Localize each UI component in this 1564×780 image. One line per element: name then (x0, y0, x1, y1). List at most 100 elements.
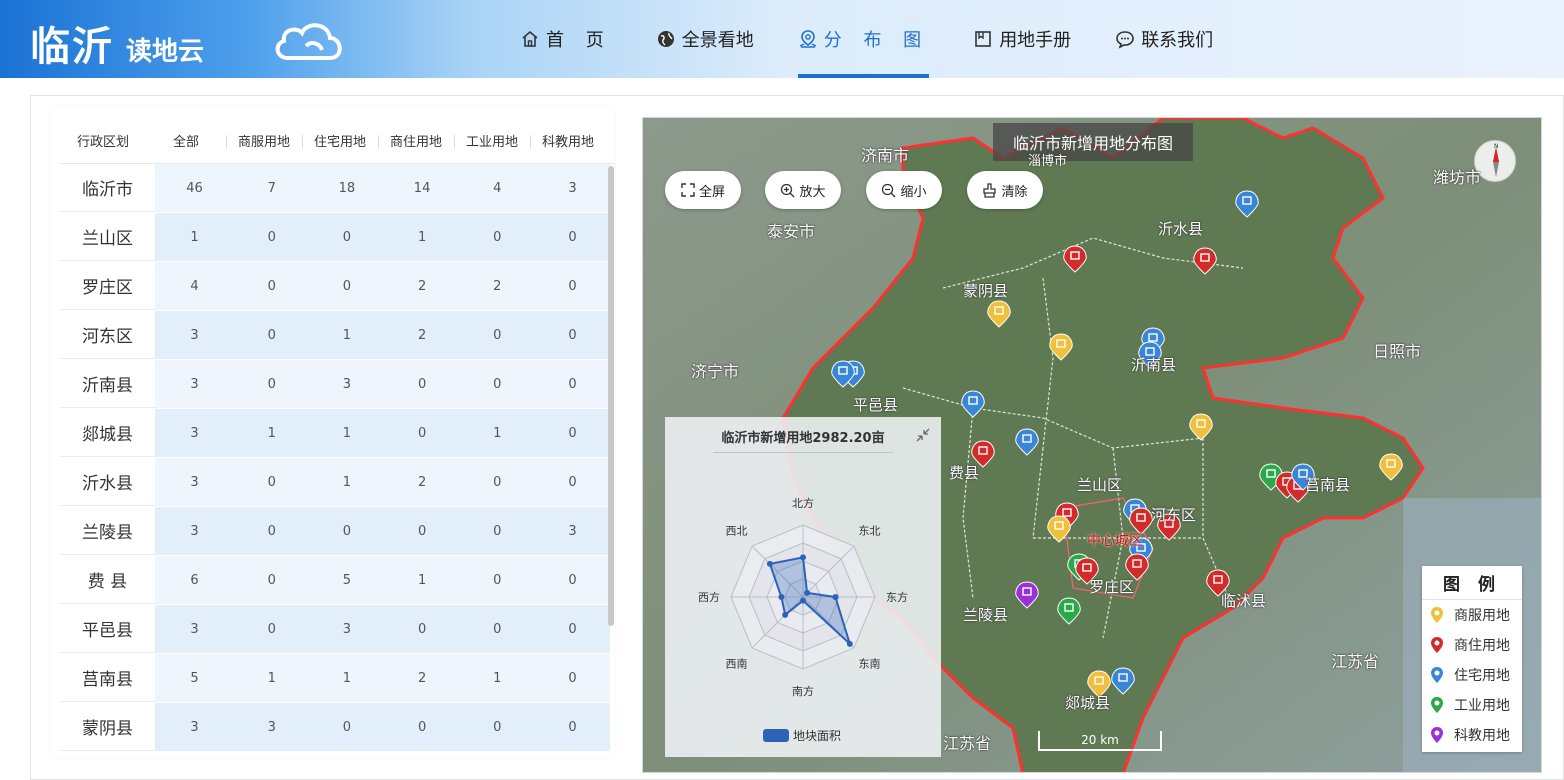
value-cell: 0 (384, 360, 460, 408)
table-row[interactable]: 蒙阴县 3 3 0 0 0 0 (60, 703, 611, 752)
value-cell: 1 (459, 409, 535, 457)
table-row[interactable]: 郯城县 3 1 1 0 1 0 (60, 409, 611, 458)
table-row[interactable]: 费 县605100 (60, 556, 611, 605)
clear-icon (983, 182, 997, 198)
radar-axis-label: 西北 (726, 525, 748, 538)
value-cell: 1 (234, 409, 310, 457)
col-industrial[interactable]: 工业用地 (454, 131, 530, 150)
region-cell: 郯城县 (60, 409, 155, 457)
table-row[interactable]: 兰陵县 3 0 0 0 0 3 (60, 507, 611, 556)
radar-point[interactable] (832, 594, 839, 600)
clear-button[interactable]: 清除 (967, 171, 1043, 209)
nav-contact[interactable]: 联系我们 (1115, 0, 1213, 78)
value-cell: 0 (459, 458, 535, 506)
legend-item[interactable]: 住宅用地 (1422, 660, 1522, 690)
table-row[interactable]: 沂水县 3 0 1 2 0 0 (60, 458, 611, 507)
nav-distribution-map[interactable]: 分 布 图 (797, 0, 930, 78)
table-row[interactable]: 兰山区 1 0 0 1 0 0 (60, 213, 611, 262)
map-legend: 图 例 商服用地 商住用地 住宅用地 工业用地 科教用地 (1422, 566, 1522, 752)
zoom-in-icon (781, 183, 795, 197)
label-taian: 泰安市 (767, 222, 816, 241)
radar-chart-panel: 临沂市新增用地2982.20亩 北方 东北 东方 东南 南方 西南 西方 西北 地块面积 (665, 417, 941, 757)
value-cell: 4 (154, 262, 235, 310)
value-cell: 1 (384, 556, 460, 604)
label-yishui: 沂水县 (1158, 220, 1204, 238)
zoom-out-button[interactable]: 缩小 (866, 171, 942, 209)
col-commercial[interactable]: 商服用地 (226, 131, 302, 150)
value-cell: 46 (154, 164, 235, 212)
pin-icon (1431, 607, 1443, 623)
table-row[interactable]: 平邑县 3 0 3 0 0 0 (60, 605, 611, 654)
table-scrollbar[interactable] (608, 166, 614, 626)
region-cell: 临沂市 (60, 164, 155, 212)
nav-land-handbook[interactable]: 用地手册 (973, 0, 1071, 78)
value-cell: 3 (154, 703, 235, 751)
col-region[interactable]: 行政区划 (60, 131, 146, 150)
pin-icon (1431, 727, 1443, 743)
value-cell: 0 (309, 262, 385, 310)
value-cell: 1 (309, 311, 385, 359)
radar-axis-label: 东南 (858, 657, 880, 670)
col-mixed[interactable]: 商住用地 (378, 131, 454, 150)
label-luozhuang: 罗庄区 (1089, 578, 1135, 596)
nav-panorama-label: 全景看地 (681, 30, 754, 51)
table-header: 行政区划 全部 商服用地 住宅用地 商住用地 工业用地 科教用地 (60, 118, 615, 164)
radar-point[interactable] (800, 554, 806, 561)
radar-axis-label: 西方 (698, 590, 720, 604)
radar-point[interactable] (846, 640, 853, 647)
region-cell: 兰陵县 (60, 507, 155, 555)
label-jiangsu-east: 江苏省 (1331, 652, 1380, 671)
value-cell: 0 (309, 703, 385, 751)
value-cell: 2 (384, 262, 460, 310)
legend-item[interactable]: 科教用地 (1422, 720, 1522, 750)
distribution-map[interactable]: 临沂市新增用地分布图 全屏 放大 缩小 清除 N 济南市 淄博市 潍坊市 泰安市… (642, 117, 1542, 773)
region-cell: 罗庄区 (60, 262, 155, 310)
value-cell: 0 (534, 262, 611, 310)
map-scale-bar: 20 km (1038, 731, 1162, 751)
value-cell: 0 (534, 311, 611, 359)
value-cell: 0 (534, 213, 611, 261)
value-cell: 1 (459, 654, 535, 702)
legend-item[interactable]: 商住用地 (1422, 630, 1522, 660)
map-pin-icon (799, 30, 817, 48)
nav-panorama[interactable]: 全景看地 (656, 0, 754, 78)
radar-axis-label: 西南 (726, 657, 748, 670)
globe-icon (657, 31, 674, 47)
value-cell: 0 (234, 360, 310, 408)
site-logo[interactable]: 临沂 读地云 (30, 14, 204, 72)
radar-point[interactable] (778, 594, 785, 600)
label-lanling: 兰陵县 (963, 606, 1009, 624)
table-row[interactable]: 沂南县 3 0 3 0 0 0 (60, 360, 611, 409)
value-cell: 0 (459, 360, 535, 408)
col-education[interactable]: 科教用地 (530, 131, 606, 150)
radar-legend[interactable]: 地块面积 (763, 727, 841, 744)
legend-item[interactable]: 商服用地 (1422, 600, 1522, 630)
value-cell: 0 (234, 213, 310, 261)
radar-point[interactable] (782, 611, 789, 618)
value-cell: 0 (234, 458, 310, 506)
clear-label: 清除 (1001, 184, 1028, 200)
legend-label: 住宅用地 (1454, 668, 1510, 684)
table-row[interactable]: 河东区 3 0 1 2 0 0 (60, 311, 611, 360)
value-cell: 0 (459, 311, 535, 359)
value-cell: 1 (309, 409, 385, 457)
table-row[interactable]: 罗庄区 4 0 0 2 2 0 (60, 262, 611, 311)
nav-handbook-label: 用地手册 (999, 30, 1072, 51)
value-cell: 0 (534, 556, 611, 604)
col-residential[interactable]: 住宅用地 (302, 131, 378, 150)
radar-point[interactable] (766, 560, 773, 567)
legend-item[interactable]: 工业用地 (1422, 690, 1522, 720)
fullscreen-button[interactable]: 全屏 (665, 171, 741, 209)
col-all[interactable]: 全部 (146, 131, 226, 150)
table-row[interactable]: 莒南县 5 1 1 2 1 0 (60, 654, 611, 703)
zoom-in-button[interactable]: 放大 (765, 171, 841, 209)
radar-point[interactable] (800, 597, 806, 604)
value-cell: 0 (459, 213, 535, 261)
radar-legend-swatch (763, 729, 789, 742)
table-row[interactable]: 临沂市 46 7 18 14 4 3 (60, 164, 611, 213)
radar-point[interactable] (804, 589, 811, 596)
nav-home[interactable]: 首 页 (520, 0, 612, 78)
legend-label: 商住用地 (1454, 638, 1510, 654)
value-cell: 0 (459, 605, 535, 653)
label-fei: 费县 (949, 464, 980, 482)
